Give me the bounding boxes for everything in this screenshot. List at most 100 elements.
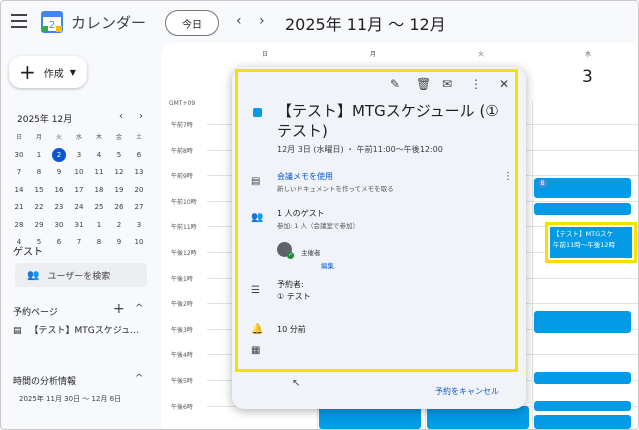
mini-day[interactable]: 4 <box>89 147 109 165</box>
more-options-icon[interactable]: ⋮ <box>470 77 482 91</box>
prev-period-button[interactable]: ‹ <box>236 13 242 29</box>
mini-day-number: 12 <box>114 168 124 176</box>
mini-day[interactable]: 1 <box>29 147 49 165</box>
mini-day[interactable]: 25 <box>89 199 109 217</box>
mini-day[interactable]: 9 <box>49 164 69 182</box>
mini-day[interactable]: 28 <box>9 217 29 235</box>
next-period-button[interactable]: › <box>259 13 265 29</box>
mini-day[interactable]: 12 <box>109 164 129 182</box>
mini-day[interactable]: 1 <box>89 217 109 235</box>
time-insights-title: 時間の分析情報 <box>13 377 77 387</box>
mini-day-number: 4 <box>96 150 102 159</box>
mini-day[interactable]: 6 <box>129 147 149 165</box>
calendar-event[interactable] <box>427 406 529 429</box>
mini-day-number: 9 <box>56 168 62 176</box>
mini-day[interactable]: 22 <box>29 199 49 217</box>
notes-more-icon[interactable]: ⋮ <box>503 171 513 182</box>
mini-day[interactable]: 3 <box>129 217 149 235</box>
mini-day[interactable]: 29 <box>29 217 49 235</box>
mini-prev-button[interactable]: ‹ <box>119 111 123 122</box>
mini-day-number: 8 <box>36 168 42 176</box>
calendar-page-icon: ▤ <box>13 326 22 336</box>
mini-day[interactable]: 7 <box>9 164 29 182</box>
chevron-up-icon[interactable]: ^ <box>135 373 143 384</box>
mini-day-number: 3 <box>76 150 82 159</box>
bell-icon: 🔔 <box>251 324 264 335</box>
mini-day[interactable]: 21 <box>9 199 29 217</box>
mini-day[interactable]: 10 <box>129 234 149 252</box>
calendar-event[interactable] <box>534 415 631 429</box>
mini-day[interactable]: 7 <box>69 234 89 252</box>
mini-weekday: 金 <box>115 134 122 141</box>
mini-day[interactable]: 2 <box>109 217 129 235</box>
mini-day[interactable]: 31 <box>69 217 89 235</box>
add-booking-page-button[interactable]: + <box>113 301 125 317</box>
delete-icon[interactable]: 🗑 <box>416 77 431 91</box>
mini-day[interactable]: 8 <box>89 234 109 252</box>
today-button[interactable]: 今日 <box>165 10 219 36</box>
mini-day[interactable]: 8 <box>29 164 49 182</box>
mini-day[interactable]: 2 <box>49 147 69 165</box>
mini-day[interactable]: 27 <box>129 199 149 217</box>
mini-day-number: 24 <box>74 203 84 211</box>
event-badge: B <box>538 179 547 188</box>
mini-day[interactable]: 17 <box>69 182 89 200</box>
calendar-event[interactable] <box>534 372 631 384</box>
mini-next-button[interactable]: › <box>139 111 143 122</box>
mini-day[interactable]: 11 <box>89 164 109 182</box>
mini-weekday: 土 <box>135 134 142 141</box>
calendar-event[interactable] <box>534 178 631 198</box>
edit-icon[interactable]: ✎ <box>390 77 400 91</box>
mini-day[interactable]: 20 <box>129 182 149 200</box>
guest-search-input[interactable]: 👥 ユーザーを検索 <box>15 263 147 287</box>
mini-day[interactable]: 6 <box>49 234 69 252</box>
edit-guests-link[interactable]: 編集 <box>321 260 334 270</box>
calendar-event[interactable] <box>534 203 631 215</box>
mini-day-number: 8 <box>96 238 102 246</box>
calendar-event[interactable] <box>534 311 631 333</box>
mini-day[interactable]: 24 <box>69 199 89 217</box>
date-range-title: 2025年 11月 ～ 12月 <box>285 15 446 34</box>
mini-week-row: 14 15 16 17 18 19 20 <box>9 182 149 200</box>
calendar-event[interactable] <box>319 406 421 429</box>
mini-day[interactable]: 15 <box>29 182 49 200</box>
mini-day-number: 5 <box>116 150 122 159</box>
mini-day[interactable]: 23 <box>49 199 69 217</box>
mini-day-number: 7 <box>16 168 22 176</box>
guests-count: 1 人のゲスト <box>277 209 325 218</box>
mini-day[interactable]: 30 <box>49 217 69 235</box>
mini-day[interactable]: 16 <box>49 182 69 200</box>
main-menu-icon[interactable] <box>11 14 27 28</box>
mini-day-number: 2 <box>116 220 122 229</box>
booking-page-item[interactable]: ▤ 【テスト】MTGスケジュ… <box>13 323 139 336</box>
day-divider <box>532 101 533 429</box>
email-icon[interactable]: ✉ <box>442 77 452 91</box>
mini-calendar-grid: 日月火水木金土 30 1 2 3 4 5 6 7 8 9 10 11 12 13 14 15 16 17 18 19 20… <box>9 129 149 252</box>
guests-icon: 👥 <box>251 212 264 223</box>
mini-day[interactable]: 26 <box>109 199 129 217</box>
close-icon[interactable]: ✕ <box>499 77 509 91</box>
mini-day[interactable]: 30 <box>9 147 29 165</box>
hour-label: 午後1時 <box>171 275 193 283</box>
mini-day[interactable]: 19 <box>109 182 129 200</box>
mini-day-number: 9 <box>116 238 122 246</box>
mini-day[interactable]: 9 <box>109 234 129 252</box>
create-button[interactable]: + 作成 ▼ <box>9 56 87 88</box>
mini-day-number: 7 <box>76 238 82 246</box>
calendar-event[interactable] <box>534 401 631 411</box>
mini-day-number: 3 <box>136 220 142 229</box>
mini-day[interactable]: 18 <box>89 182 109 200</box>
cancel-booking-button[interactable]: 予約をキャンセル <box>435 386 499 397</box>
highlighted-event[interactable]: 【テスト】MTGスケ 午前11時～午後12時 <box>545 222 637 263</box>
chevron-up-icon[interactable]: ^ <box>135 303 143 314</box>
mini-day[interactable]: 10 <box>69 164 89 182</box>
meeting-notes-link[interactable]: 会議メモを使用 <box>277 171 333 182</box>
mini-day[interactable]: 3 <box>69 147 89 165</box>
mini-day[interactable]: 13 <box>129 164 149 182</box>
mini-day[interactable]: 14 <box>9 182 29 200</box>
calendar-icon: ▦ <box>251 345 261 356</box>
day-header-tue: 火 <box>477 51 484 58</box>
mini-day[interactable]: 5 <box>109 147 129 165</box>
day-number-wed[interactable]: 3 <box>582 67 593 87</box>
reminder-text: 10 分前 <box>277 325 306 334</box>
